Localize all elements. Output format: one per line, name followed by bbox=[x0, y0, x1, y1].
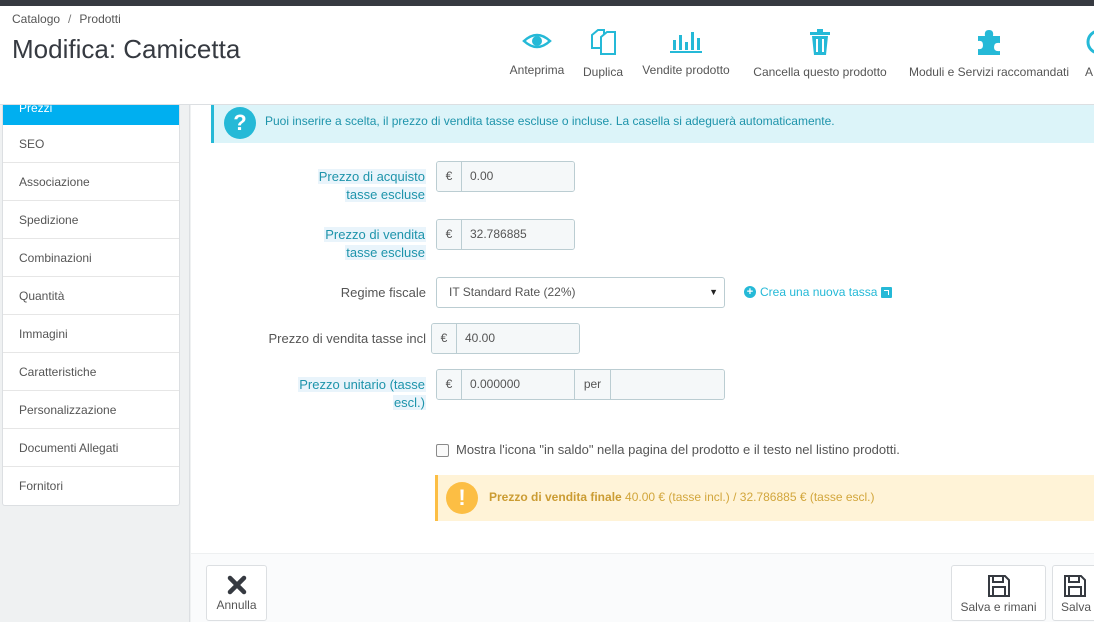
product-sales-label: Vendite prodotto bbox=[642, 63, 730, 77]
currency-addon: € bbox=[437, 370, 462, 399]
plus-circle-icon: + bbox=[744, 286, 756, 298]
unity-input[interactable] bbox=[611, 370, 724, 399]
wholesale-price-value[interactable]: 0.00 bbox=[462, 162, 574, 191]
final-price-alert: ! Prezzo di vendita finale 40.00 € (tass… bbox=[435, 475, 1094, 521]
sidebar-item-shipping[interactable]: Spedizione bbox=[3, 201, 179, 239]
sidebar-area: Prezzi SEO Associazione Spedizione Combi… bbox=[0, 105, 190, 622]
wholesale-price-label-line2: tasse escluse bbox=[345, 187, 426, 202]
create-tax-link[interactable]: + Crea una nuova tassa bbox=[744, 285, 893, 299]
delete-product-button[interactable]: Cancella questo prodotto bbox=[748, 28, 892, 88]
close-icon bbox=[227, 575, 246, 595]
sidebar-item-associations[interactable]: Associazione bbox=[3, 163, 179, 201]
price-incl-input[interactable]: € 40.00 bbox=[431, 323, 580, 354]
per-addon: per bbox=[574, 370, 611, 399]
create-tax-label: Crea una nuova tassa bbox=[760, 285, 878, 299]
preview-button[interactable]: Anteprima bbox=[506, 28, 568, 88]
delete-product-label: Cancella questo prodotto bbox=[753, 65, 887, 79]
sidebar-item-customization[interactable]: Personalizzazione bbox=[3, 391, 179, 429]
tax-rule-label: Regime fiscale bbox=[340, 285, 426, 300]
unit-price-label-line1: Prezzo unitario (tasse bbox=[298, 377, 426, 392]
breadcrumb: Catalogo / Prodotti bbox=[12, 12, 121, 26]
sidebar-item-quantities[interactable]: Quantità bbox=[3, 277, 179, 315]
breadcrumb-separator: / bbox=[68, 12, 72, 26]
tax-rule-select[interactable]: IT Standard Rate (22%) ▼ bbox=[436, 277, 725, 308]
breadcrumb-catalog[interactable]: Catalogo bbox=[12, 12, 60, 26]
cancel-button[interactable]: Annulla bbox=[206, 565, 267, 621]
sidebar-item-features[interactable]: Caratteristiche bbox=[3, 353, 179, 391]
wholesale-price-label: Prezzo di acquisto tasse escluse bbox=[291, 168, 426, 204]
external-link-icon bbox=[881, 286, 893, 298]
recommended-modules-label: Moduli e Servizi raccomandati bbox=[908, 65, 1070, 79]
prices-panel: ? Puoi inserire a scelta, il prezzo di v… bbox=[191, 105, 1094, 622]
caret-down-icon: ▼ bbox=[709, 287, 718, 297]
exclamation-icon: ! bbox=[446, 482, 478, 514]
currency-addon: € bbox=[437, 162, 462, 191]
breadcrumb-products[interactable]: Prodotti bbox=[79, 12, 120, 26]
panel-footer: Annulla Salva e rimani Salva bbox=[191, 553, 1094, 622]
price-excl-label-line2: tasse escluse bbox=[345, 245, 426, 260]
final-price-text: Prezzo di vendita finale 40.00 € (tasse … bbox=[489, 490, 875, 504]
question-icon: ? bbox=[224, 107, 256, 139]
sidebar-item-images[interactable]: Immagini bbox=[3, 315, 179, 353]
wholesale-price-input[interactable]: € 0.00 bbox=[436, 161, 575, 192]
unit-price-label-line2: escl.) bbox=[392, 395, 426, 410]
price-incl-value[interactable]: 40.00 bbox=[457, 324, 579, 353]
save-button[interactable]: Salva bbox=[1052, 565, 1094, 621]
final-price-value: 40.00 € (tasse incl.) / 32.786885 € (tas… bbox=[625, 490, 875, 504]
sidebar-item-attachments[interactable]: Documenti Allegati bbox=[3, 429, 179, 467]
help-label: A bbox=[1084, 65, 1093, 79]
final-price-title: Prezzo di vendita finale bbox=[489, 490, 622, 504]
sidebar-item-seo[interactable]: SEO bbox=[3, 125, 179, 163]
sidebar-item-suppliers[interactable]: Fornitori bbox=[3, 467, 179, 505]
sidebar-item-combinations[interactable]: Combinazioni bbox=[3, 239, 179, 277]
unit-price-value[interactable]: 0.000000 bbox=[462, 370, 574, 399]
cancel-label: Annulla bbox=[216, 598, 257, 612]
price-excl-label: Prezzo di vendita tasse escluse bbox=[291, 226, 426, 262]
duplicate-button[interactable]: Duplica bbox=[579, 28, 627, 88]
save-icon bbox=[1064, 575, 1086, 597]
help-button[interactable]: A bbox=[1084, 28, 1094, 88]
info-alert: ? Puoi inserire a scelta, il prezzo di v… bbox=[211, 105, 1094, 143]
trash-icon bbox=[810, 29, 830, 55]
price-excl-label-line1: Prezzo di vendita bbox=[324, 227, 426, 242]
eye-icon bbox=[522, 33, 552, 49]
on-sale-label[interactable]: Mostra l'icona "in saldo" nella pagina d… bbox=[456, 442, 900, 457]
tax-rule-value: IT Standard Rate (22%) bbox=[449, 285, 576, 299]
unit-price-label: Prezzo unitario (tasse escl.) bbox=[261, 376, 426, 412]
price-excl-input[interactable]: € 32.786885 bbox=[436, 219, 575, 250]
bar-chart-icon bbox=[670, 32, 702, 53]
currency-addon: € bbox=[432, 324, 457, 353]
help-icon bbox=[1086, 30, 1094, 54]
unit-price-input-group: € 0.000000 per bbox=[436, 369, 725, 400]
wholesale-price-label-line1: Prezzo di acquisto bbox=[317, 169, 426, 184]
currency-addon: € bbox=[437, 220, 462, 249]
save-and-stay-button[interactable]: Salva e rimani bbox=[951, 565, 1046, 621]
info-alert-text: Puoi inserire a scelta, il prezzo di ven… bbox=[265, 114, 835, 128]
page-header: Catalogo / Prodotti Modifica: Camicetta An… bbox=[0, 6, 1094, 105]
save-label: Salva bbox=[1061, 600, 1092, 614]
product-tabs-sidebar: Prezzi SEO Associazione Spedizione Combi… bbox=[2, 105, 180, 506]
price-excl-value[interactable]: 32.786885 bbox=[462, 220, 574, 249]
page-title: Modifica: Camicetta bbox=[12, 34, 241, 64]
preview-label: Anteprima bbox=[509, 63, 565, 77]
recommended-modules-button[interactable]: Moduli e Servizi raccomandati bbox=[904, 28, 1074, 88]
save-icon bbox=[987, 575, 1010, 597]
save-and-stay-label: Salva e rimani bbox=[960, 600, 1037, 614]
on-sale-checkbox[interactable] bbox=[436, 444, 449, 457]
sidebar-item-prices[interactable]: Prezzi bbox=[3, 105, 179, 125]
copy-icon bbox=[591, 29, 616, 55]
price-incl-label: Prezzo di vendita tasse incl bbox=[268, 331, 426, 346]
product-sales-button[interactable]: Vendite prodotto bbox=[637, 28, 735, 88]
duplicate-label: Duplica bbox=[582, 65, 624, 79]
puzzle-icon bbox=[978, 30, 1000, 55]
